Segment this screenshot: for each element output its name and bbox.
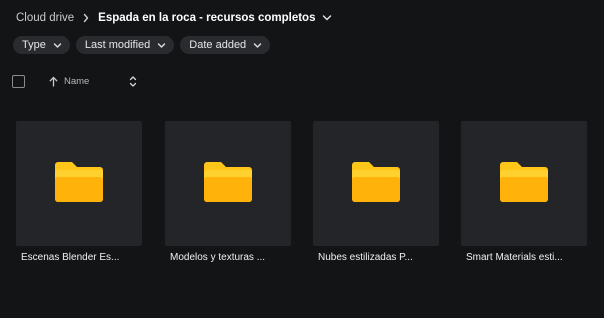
folder-thumbnail <box>461 121 587 246</box>
folder-name: Escenas Blender Es... <box>21 252 120 263</box>
chevron-down-icon <box>53 42 62 49</box>
chevron-down-icon <box>157 42 166 49</box>
select-all-checkbox[interactable] <box>12 74 25 88</box>
folder-icon <box>352 160 400 207</box>
arrow-up-icon[interactable] <box>49 76 58 87</box>
breadcrumb-current-folder[interactable]: Espada en la roca - recursos completos <box>98 12 315 24</box>
breadcrumb: Cloud drive Espada en la roca - recursos… <box>16 10 332 26</box>
folder-thumbnail <box>313 121 439 246</box>
folder-name: Modelos y texturas ... <box>170 252 266 263</box>
folder-icon <box>500 160 548 207</box>
folder-icon <box>204 160 252 207</box>
folder-name: Nubes estilizadas P... <box>318 252 413 263</box>
chevron-down-icon <box>253 42 262 49</box>
filter-last-modified-button[interactable]: Last modified <box>75 36 175 54</box>
folder-name: Smart Materials esti... <box>466 252 563 263</box>
list-header: Name <box>12 72 137 90</box>
filter-date-added-label: Date added <box>189 39 247 51</box>
sort-by-name-label[interactable]: Name <box>64 76 89 87</box>
cloud-drive-page: Cloud drive Espada en la roca - recursos… <box>0 0 604 318</box>
breadcrumb-root-link[interactable]: Cloud drive <box>16 12 74 24</box>
filter-type-button[interactable]: Type <box>13 36 70 54</box>
chevron-right-icon <box>74 13 98 23</box>
folder-card[interactable]: Nubes estilizadas P... <box>313 121 439 263</box>
folder-thumbnail <box>16 121 142 246</box>
folder-thumbnail <box>165 121 291 246</box>
folder-card[interactable]: Escenas Blender Es... <box>16 121 142 263</box>
folder-card[interactable]: Smart Materials esti... <box>461 121 587 263</box>
filter-bar: Type Last modified Date added <box>13 36 271 54</box>
filter-type-label: Type <box>22 39 46 51</box>
filter-date-added-button[interactable]: Date added <box>180 36 271 54</box>
chevron-down-icon[interactable] <box>322 14 332 22</box>
folder-card[interactable]: Modelos y texturas ... <box>165 121 291 263</box>
folder-icon <box>55 160 103 207</box>
filter-last-modified-label: Last modified <box>84 39 151 51</box>
sort-order-icon[interactable] <box>129 75 137 88</box>
